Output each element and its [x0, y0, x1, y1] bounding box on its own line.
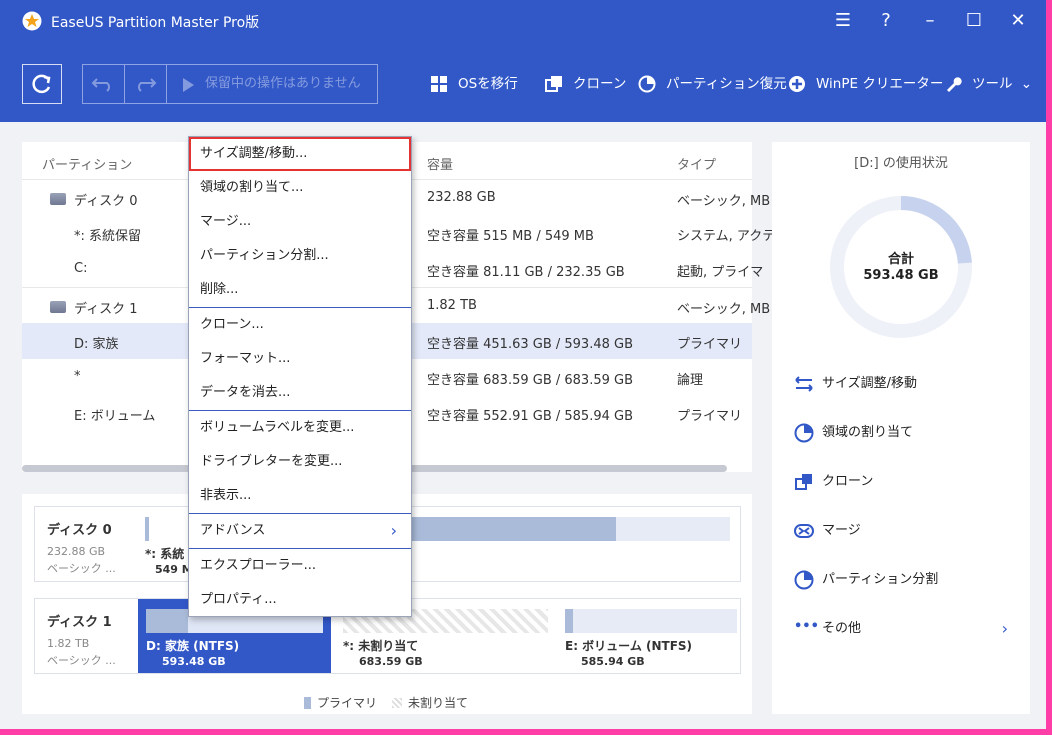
menu-allocate-space[interactable]: 領域の割り当て...	[189, 171, 411, 205]
usage-total: 合計 593.48 GB	[863, 252, 939, 283]
legend-unallocated: 未割り当て	[392, 694, 468, 711]
menu-advanced[interactable]: アドバンス ›	[189, 514, 411, 548]
col-type: タイプ	[677, 158, 717, 173]
maximize-icon[interactable]: ☐	[960, 8, 988, 34]
windows-icon	[431, 76, 447, 92]
disk-icon	[50, 301, 66, 313]
tools-menu-label: ツール	[972, 76, 1013, 92]
winpe-creator-button[interactable]: WinPE クリエーター	[788, 72, 943, 96]
partition-recovery-label: パーティション復元	[666, 76, 787, 92]
menu-explorer[interactable]: エクスプローラー...	[189, 549, 411, 583]
c-drive-fill	[405, 517, 617, 541]
play-icon	[183, 78, 194, 92]
disk1-kind: ベーシック ...	[47, 654, 116, 667]
menu-split[interactable]: パーティション分割...	[189, 239, 411, 273]
minimize-icon[interactable]: –	[916, 8, 944, 34]
clone-tool-button[interactable]: クローン	[545, 72, 626, 96]
redo-icon	[138, 78, 157, 92]
menu-change-label[interactable]: ボリュームラベルを変更...	[189, 411, 411, 445]
pie-icon	[638, 75, 656, 93]
resize-icon	[795, 376, 813, 392]
legend-primary-swatch	[304, 697, 311, 709]
legend-primary: プライマリ	[304, 694, 377, 711]
apply-pending-button[interactable]: 保留中の操作はありません	[166, 64, 378, 104]
app-window: EaseUS Partition Master Pro版 ☰ ? – ☐ ✕ 保…	[0, 0, 1046, 729]
app-title: EaseUS Partition Master Pro版	[51, 15, 260, 31]
action-split-partition[interactable]: パーティション分割	[794, 568, 938, 592]
chevron-down-icon: ⌄	[1020, 76, 1033, 92]
menu-hide[interactable]: 非表示...	[189, 479, 411, 513]
app-logo-icon	[22, 11, 42, 31]
partition-recovery-button[interactable]: パーティション復元	[638, 72, 787, 96]
c-drive-bar	[405, 517, 730, 541]
menu-icon[interactable]: ☰	[829, 8, 857, 34]
disk0-part1-name: *: 系統	[145, 547, 185, 561]
action-allocate-space[interactable]: 領域の割り当て	[794, 421, 913, 445]
winpe-creator-label: WinPE クリエーター	[816, 76, 944, 92]
undo-icon	[91, 78, 110, 92]
undo-button[interactable]	[82, 64, 124, 104]
refresh-icon	[32, 74, 51, 94]
plus-circle-icon	[789, 76, 805, 92]
menu-merge[interactable]: マージ...	[189, 205, 411, 239]
sys-reserved-bar	[145, 517, 149, 541]
disk0-size: 232.88 GB	[47, 545, 106, 558]
help-icon[interactable]: ?	[872, 8, 900, 34]
disk1-name: ディスク 1	[47, 615, 112, 630]
clone-icon	[545, 76, 562, 92]
partition-e[interactable]: E: ボリューム (NTFS) 585.94 GB	[557, 599, 741, 673]
chevron-right-icon: ›	[390, 521, 397, 540]
col-capacity: 容量	[427, 158, 454, 173]
legend-unallocated-swatch	[392, 698, 402, 708]
menu-clone[interactable]: クローン...	[189, 308, 411, 342]
wrench-icon	[947, 77, 962, 92]
col-partition: パーティション	[42, 158, 133, 173]
disk-icon	[50, 193, 66, 205]
usage-panel: [D:] の使用状況 合計 593.48 GB サイズ調整/移動 領域の割り当て…	[772, 142, 1030, 714]
menu-change-drive-letter[interactable]: ドライブレターを変更...	[189, 445, 411, 479]
action-clone[interactable]: クローン	[794, 470, 873, 494]
redo-button[interactable]	[124, 64, 166, 104]
toolbar: 保留中の操作はありません OSを移行 クローン パーティション復元 WinPE …	[0, 42, 1046, 122]
clone-tool-label: クローン	[573, 76, 627, 92]
clone-icon	[795, 474, 812, 490]
chevron-right-icon: ›	[1001, 619, 1008, 638]
context-menu: サイズ調整/移動... 領域の割り当て... マージ... パーティション分割.…	[188, 136, 412, 617]
migrate-os-button[interactable]: OSを移行	[430, 72, 518, 96]
pie-icon	[794, 423, 814, 443]
ellipsis-icon: •••	[794, 619, 819, 634]
close-icon[interactable]: ✕	[1004, 8, 1032, 34]
menu-properties[interactable]: プロパティ...	[189, 583, 411, 617]
disk1-size: 1.82 TB	[47, 637, 90, 650]
menu-format[interactable]: フォーマット...	[189, 342, 411, 376]
tools-menu-button[interactable]: ツール ⌄	[944, 72, 1032, 96]
merge-icon	[794, 524, 814, 538]
pending-label: 保留中の操作はありません	[205, 76, 361, 91]
usage-title: [D:] の使用状況	[854, 156, 948, 171]
refresh-button[interactable]	[22, 64, 62, 104]
disk0-kind: ベーシック ...	[47, 562, 116, 575]
content-area: パーティション 容量 タイプ ディスク 0 232.88 GB ベーシック, M…	[0, 122, 1046, 729]
title-bar: EaseUS Partition Master Pro版 ☰ ? – ☐ ✕	[0, 0, 1046, 42]
disk0-name: ディスク 0	[47, 523, 112, 538]
action-resize-move[interactable]: サイズ調整/移動	[794, 372, 917, 396]
action-more[interactable]: ••• その他 ›	[794, 617, 1008, 641]
action-merge[interactable]: マージ	[794, 519, 861, 543]
menu-resize-move[interactable]: サイズ調整/移動...	[189, 137, 411, 171]
pie-icon	[794, 570, 814, 590]
menu-delete[interactable]: 削除...	[189, 273, 411, 307]
migrate-os-label: OSを移行	[458, 76, 518, 92]
menu-wipe-data[interactable]: データを消去...	[189, 376, 411, 410]
